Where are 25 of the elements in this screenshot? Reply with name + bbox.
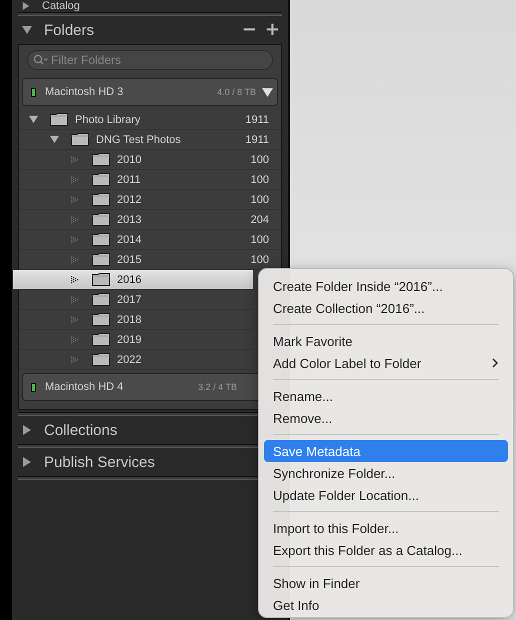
folder-name: 2014 bbox=[117, 234, 142, 246]
folder-name: 2016 bbox=[117, 274, 142, 286]
folder-name: 2018 bbox=[117, 314, 142, 326]
volume-space: 4.0 / 8 TB bbox=[217, 87, 256, 97]
folder-name: 2017 bbox=[117, 294, 142, 306]
photo-count: 1911 bbox=[245, 134, 269, 146]
folder-name: 2013 bbox=[117, 214, 142, 226]
volume-name: Macintosh HD 4 bbox=[45, 381, 124, 393]
folder-name: 2022 bbox=[117, 354, 142, 366]
folder-name: 2011 bbox=[117, 174, 141, 186]
photo-count: 100 bbox=[250, 254, 269, 266]
folder-name: DNG Test Photos bbox=[96, 134, 181, 146]
photo-count: 100 bbox=[250, 174, 269, 186]
volume-name: Macintosh HD 3 bbox=[45, 86, 124, 98]
folder-name: 2012 bbox=[117, 194, 142, 206]
folder-name: Photo Library bbox=[75, 114, 140, 126]
volume-space: 3.2 / 4 TB bbox=[198, 382, 237, 392]
photo-count: 100 bbox=[250, 194, 269, 206]
photo-count: 100 bbox=[250, 154, 269, 166]
photo-count: 100 bbox=[250, 234, 269, 246]
photo-count: 204 bbox=[250, 214, 269, 226]
photo-count: 1911 bbox=[245, 114, 269, 126]
folder-name: 2010 bbox=[117, 154, 142, 166]
folder-name: 2015 bbox=[117, 254, 142, 266]
folder-name: 2019 bbox=[117, 334, 142, 346]
